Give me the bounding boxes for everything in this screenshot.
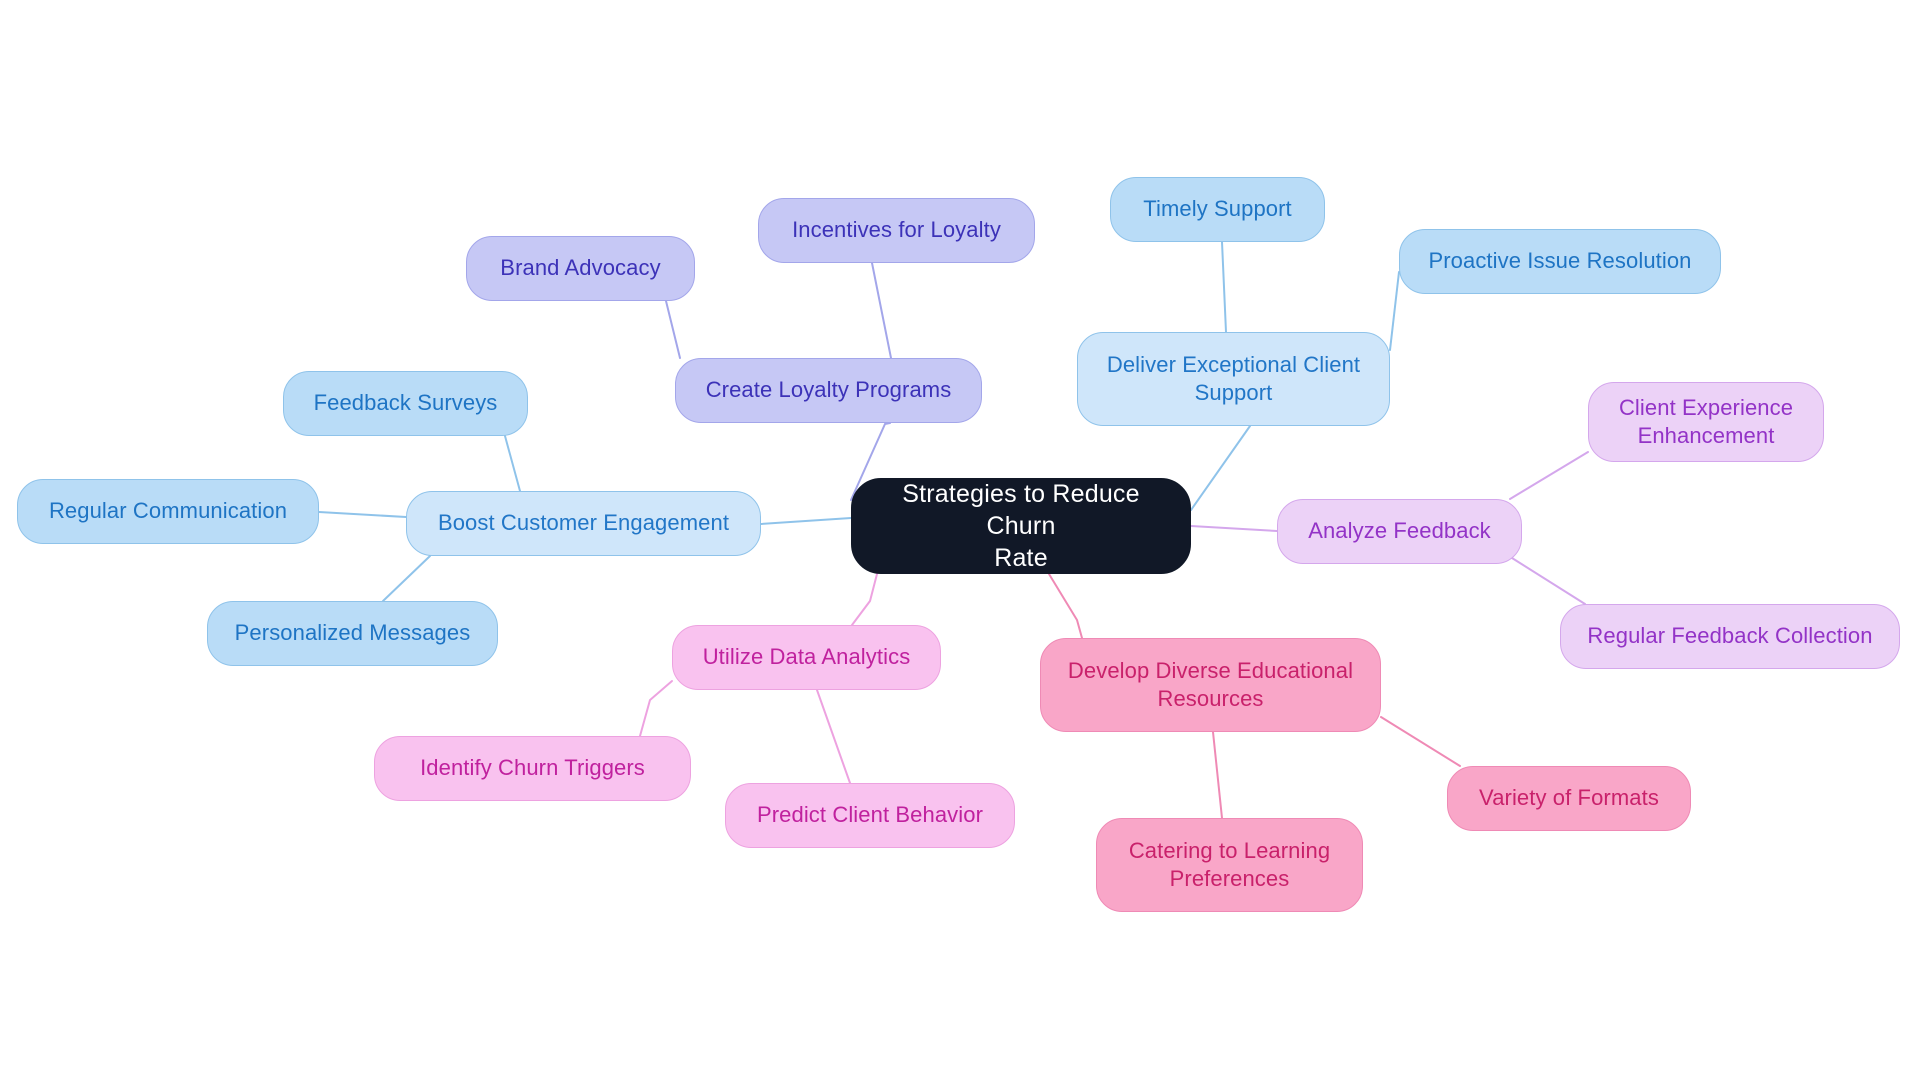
node-label: Timely Support xyxy=(1143,196,1292,222)
node-label: Strategies to Reduce Churn Rate xyxy=(902,480,1140,572)
mindmap-node-regular-feedback-collection[interactable]: Regular Feedback Collection xyxy=(1560,604,1900,669)
mindmap-edge xyxy=(1212,731,1223,819)
node-label: Regular Communication xyxy=(48,498,288,524)
node-label: Personalized Messages xyxy=(234,620,471,646)
node-label: Identify Churn Triggers xyxy=(420,755,645,781)
mindmap-node-regular-communication[interactable]: Regular Communication xyxy=(17,479,319,544)
mindmap-node-client-experience-enhancement[interactable]: Client Experience Enhancement xyxy=(1588,382,1824,462)
mindmap-node-personalized-messages[interactable]: Personalized Messages xyxy=(207,601,498,666)
mindmap-node-catering-to-learning-preferences[interactable]: Catering to Learning Preferences xyxy=(1096,818,1363,912)
mindmap-node-utilize-data-analytics[interactable]: Utilize Data Analytics xyxy=(672,625,941,690)
mindmap-edge xyxy=(1048,573,1083,639)
mindmap-edge xyxy=(1190,525,1278,532)
mindmap-node-predict-client-behavior[interactable]: Predict Client Behavior xyxy=(725,783,1015,848)
node-label: Proactive Issue Resolution xyxy=(1428,248,1692,274)
node-label: Create Loyalty Programs xyxy=(705,377,952,403)
mindmap-node-proactive-issue-resolution[interactable]: Proactive Issue Resolution xyxy=(1399,229,1721,294)
mindmap-edge xyxy=(318,511,407,518)
mindmap-edge xyxy=(1509,451,1589,500)
node-label: Incentives for Loyalty xyxy=(792,217,1001,243)
mindmap-edge xyxy=(639,680,673,737)
mindmap-edge xyxy=(1389,271,1400,351)
mindmap-edge xyxy=(1380,716,1461,767)
mindmap-edge xyxy=(1190,425,1251,511)
mindmap-node-timely-support[interactable]: Timely Support xyxy=(1110,177,1325,242)
mindmap-edge xyxy=(1511,557,1586,605)
node-label: Feedback Surveys xyxy=(313,390,498,416)
mindmap-edge xyxy=(851,573,878,626)
mindmap-edge xyxy=(1221,241,1227,333)
mindmap-edge xyxy=(816,689,851,784)
mindmap-canvas: Strategies to Reduce Churn Rate Deliver E… xyxy=(0,0,1920,1083)
node-label: Boost Customer Engagement xyxy=(437,510,730,536)
mindmap-node-create-loyalty-programs[interactable]: Create Loyalty Programs xyxy=(675,358,982,423)
node-label: Develop Diverse Educational Resources xyxy=(1067,657,1354,711)
node-label: Brand Advocacy xyxy=(500,255,661,281)
node-label: Deliver Exceptional Client Support xyxy=(1106,351,1361,405)
node-label: Variety of Formats xyxy=(1479,785,1659,811)
mindmap-node-deliver-exceptional-client-support[interactable]: Deliver Exceptional Client Support xyxy=(1077,332,1390,426)
node-label: Client Experience Enhancement xyxy=(1618,394,1794,448)
mindmap-edge xyxy=(665,300,681,359)
root-node-root[interactable]: Strategies to Reduce Churn Rate xyxy=(851,478,1191,574)
mindmap-node-boost-customer-engagement[interactable]: Boost Customer Engagement xyxy=(406,491,761,556)
mindmap-edge xyxy=(760,517,852,525)
node-label: Analyze Feedback xyxy=(1308,518,1491,544)
mindmap-node-brand-advocacy[interactable]: Brand Advocacy xyxy=(466,236,695,301)
node-label: Regular Feedback Collection xyxy=(1587,623,1873,649)
mindmap-edge xyxy=(382,555,431,602)
mindmap-edge xyxy=(504,435,521,492)
mindmap-node-analyze-feedback[interactable]: Analyze Feedback xyxy=(1277,499,1522,564)
mindmap-edge xyxy=(871,262,892,359)
node-label: Catering to Learning Preferences xyxy=(1128,837,1331,891)
node-label: Utilize Data Analytics xyxy=(702,644,911,670)
mindmap-node-feedback-surveys[interactable]: Feedback Surveys xyxy=(283,371,528,436)
mindmap-node-identify-churn-triggers[interactable]: Identify Churn Triggers xyxy=(374,736,691,801)
mindmap-node-incentives-for-loyalty[interactable]: Incentives for Loyalty xyxy=(758,198,1035,263)
mindmap-node-variety-of-formats[interactable]: Variety of Formats xyxy=(1447,766,1691,831)
node-label: Predict Client Behavior xyxy=(756,802,984,828)
mindmap-node-develop-diverse-educational-resources[interactable]: Develop Diverse Educational Resources xyxy=(1040,638,1381,732)
